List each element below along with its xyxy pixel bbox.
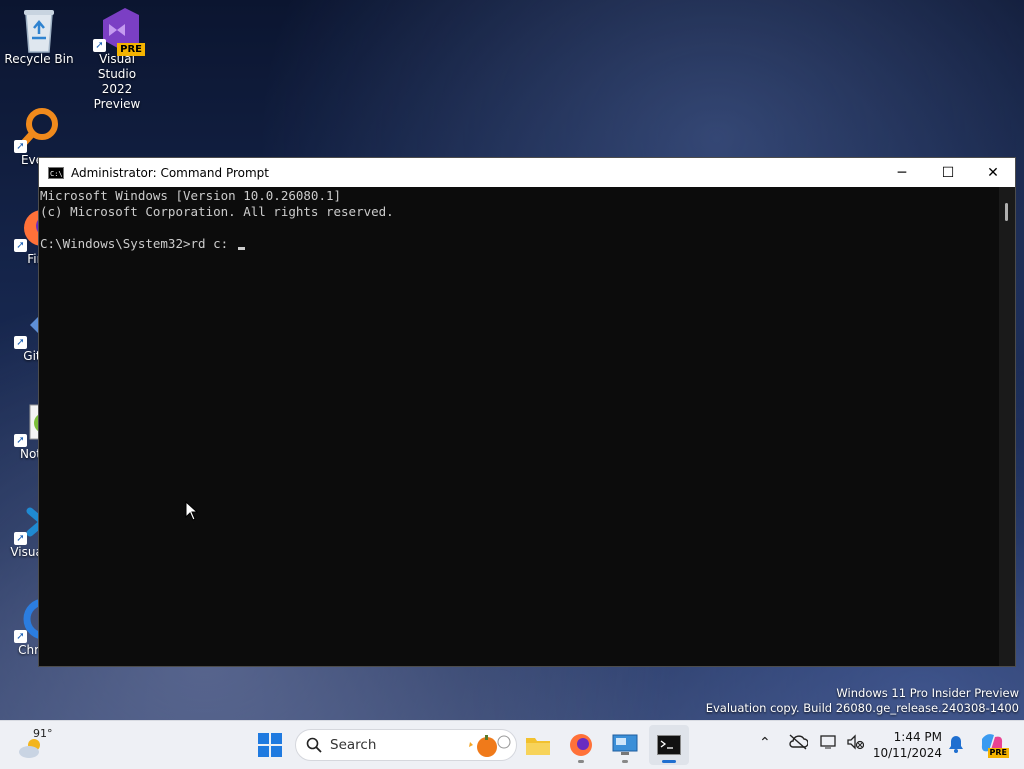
network-button[interactable] (820, 734, 838, 754)
minimize-button[interactable]: ─ (879, 158, 925, 187)
search-placeholder: Search (330, 737, 377, 753)
recycle-bin-icon (17, 6, 61, 53)
taskbar-file-explorer[interactable] (518, 725, 558, 765)
taskbar: 91° Search ⌃ 1:44 PM 10/11/2024 PRE (0, 720, 1024, 769)
console-line: Microsoft Windows [Version 10.0.26080.1] (40, 188, 342, 203)
desktop-icon-visual-studio[interactable]: PRE ➚ Visual Studio 2022 Preview (81, 6, 153, 112)
active-indicator (662, 760, 676, 763)
taskbar-remote-desktop[interactable] (605, 725, 645, 765)
command-prompt-window[interactable]: C:\ Administrator: Command Prompt ─ ☐ ✕ … (38, 157, 1016, 667)
text-cursor (237, 247, 245, 250)
terminal-icon (657, 735, 681, 755)
shortcut-arrow-icon: ➚ (14, 239, 27, 252)
watermark-line: Evaluation copy. Build 26080.ge_release.… (705, 701, 1019, 715)
minimize-icon: ─ (897, 164, 907, 181)
search-icon (306, 737, 322, 753)
shortcut-arrow-icon: ➚ (14, 140, 27, 153)
window-titlebar[interactable]: C:\ Administrator: Command Prompt ─ ☐ ✕ (39, 158, 1015, 187)
pre-badge: PRE (987, 748, 1009, 758)
windows-logo-icon (258, 733, 282, 757)
notifications-button[interactable] (948, 735, 964, 757)
network-disconnected-icon (820, 735, 836, 749)
speaker-muted-icon (847, 734, 865, 750)
desktop-icon-label: Visual Studio 2022 Preview (93, 52, 141, 111)
mouse-pointer-icon (185, 501, 199, 521)
taskbar-command-prompt[interactable] (649, 725, 689, 765)
shortcut-arrow-icon: ➚ (14, 336, 27, 349)
shortcut-arrow-icon: ➚ (14, 532, 27, 545)
system-clock[interactable]: 1:44 PM 10/11/2024 (872, 729, 942, 761)
cloud-offline-icon (789, 734, 809, 750)
evaluation-watermark: Windows 11 Pro Insider Preview Evaluatio… (706, 686, 1019, 716)
watermark-line: Windows 11 Pro Insider Preview (836, 686, 1019, 700)
maximize-button[interactable]: ☐ (925, 158, 971, 187)
close-button[interactable]: ✕ (970, 158, 1016, 187)
console-prompt: C:\Windows\System32>rd c: (40, 236, 236, 251)
clock-date: 10/11/2024 (872, 746, 942, 760)
copilot-button[interactable]: PRE (979, 731, 1009, 759)
pre-badge: PRE (117, 43, 145, 56)
firefox-icon (570, 734, 592, 756)
volume-button[interactable] (846, 734, 865, 754)
partly-cloudy-icon (19, 739, 40, 758)
shortcut-arrow-icon: ➚ (14, 434, 27, 447)
chevron-up-icon: ⌃ (759, 735, 771, 751)
weather-temperature: 91° (33, 727, 53, 740)
console-prompt-line[interactable]: C:\Windows\System32>rd c: (40, 236, 999, 252)
show-hidden-icons-button[interactable]: ⌃ (759, 735, 771, 751)
cmd-app-icon: C:\ (48, 166, 64, 179)
maximize-icon: ☐ (941, 164, 955, 181)
close-icon: ✕ (987, 164, 999, 181)
shortcut-arrow-icon: ➚ (14, 630, 27, 643)
bell-icon (949, 736, 963, 753)
visual-studio-icon: PRE ➚ (93, 6, 145, 56)
console-output[interactable]: Microsoft Windows [Version 10.0.26080.1]… (39, 187, 999, 666)
scrollbar-thumb[interactable] (1005, 203, 1008, 221)
taskbar-firefox[interactable] (561, 725, 601, 765)
desktop-icon-recycle-bin[interactable]: Recycle Bin (3, 6, 75, 67)
taskbar-search-box[interactable]: Search (295, 729, 517, 761)
window-title: Administrator: Command Prompt (71, 165, 269, 180)
weather-widget[interactable]: 91° (14, 727, 58, 763)
onedrive-offline-button[interactable] (788, 734, 809, 754)
desktop-icon-label: Recycle Bin (4, 52, 74, 66)
start-button[interactable] (250, 725, 290, 765)
shortcut-arrow-icon: ➚ (93, 39, 106, 52)
vertical-scrollbar[interactable] (999, 187, 1015, 666)
console-line: (c) Microsoft Corporation. All rights re… (40, 204, 394, 219)
monitor-icon (612, 734, 638, 755)
running-indicator (578, 760, 584, 763)
running-indicator (622, 760, 628, 763)
folder-icon (526, 738, 550, 755)
everything-search-icon: ➚ (14, 107, 60, 153)
clock-time: 1:44 PM (893, 730, 942, 744)
halloween-pumpkin-icon (469, 735, 511, 757)
